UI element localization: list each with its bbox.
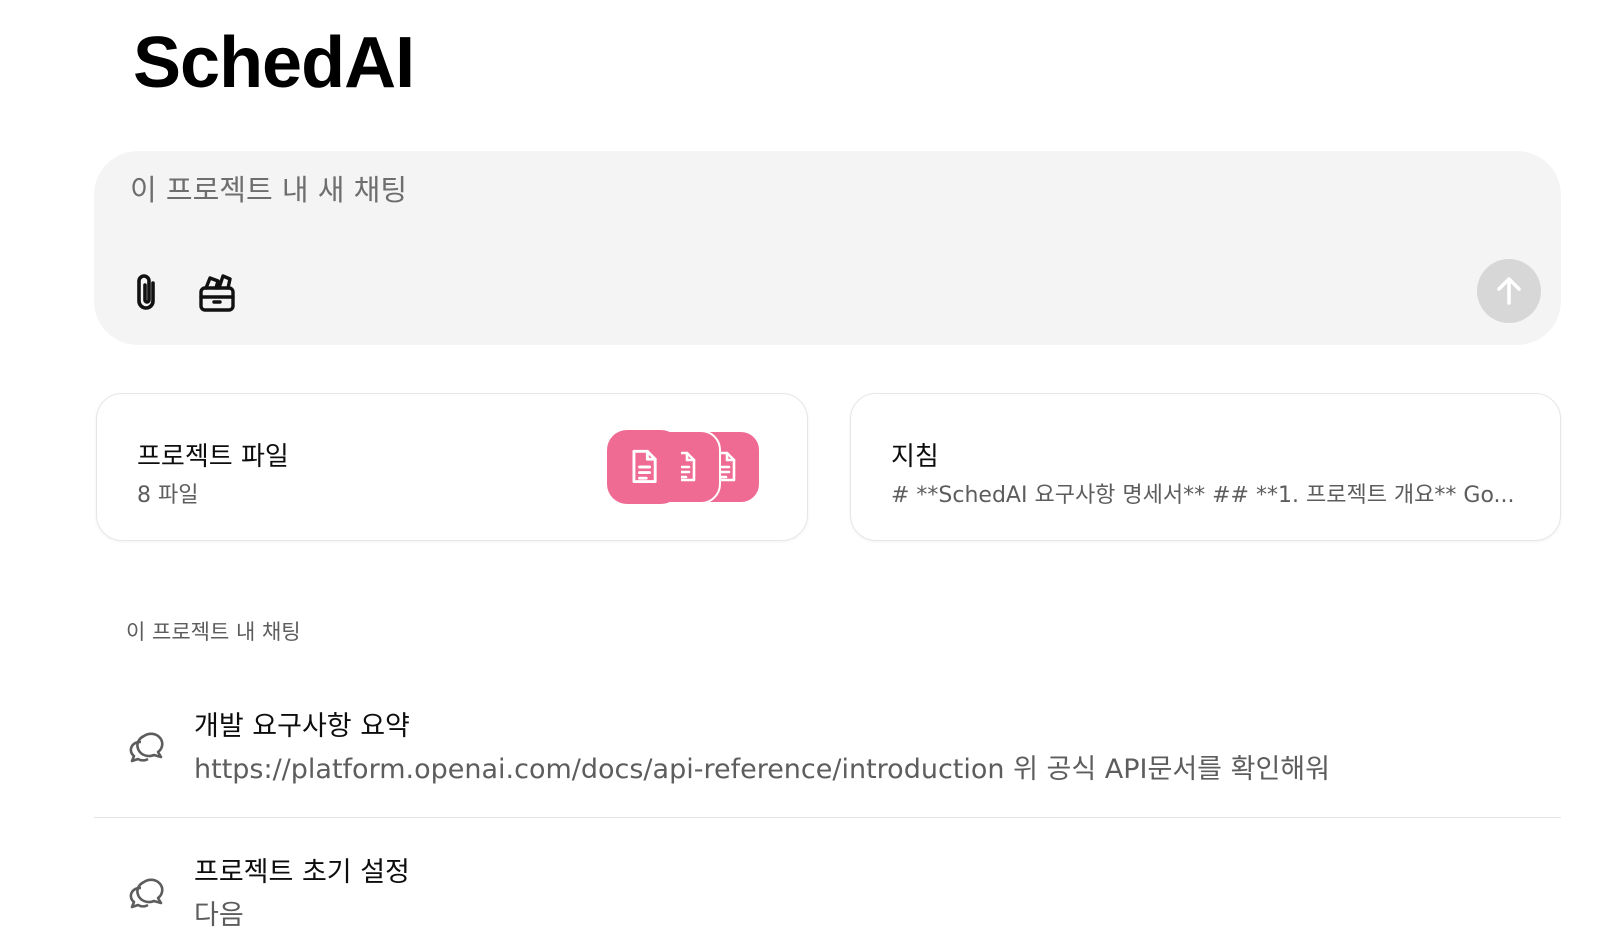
project-files-card[interactable]: 프로젝트 파일 8 파일: [96, 393, 808, 541]
instructions-title: 지침: [891, 442, 939, 472]
paperclip-icon: [137, 274, 155, 310]
attach-button[interactable]: [125, 269, 169, 317]
chat-title: 프로젝트 초기 설정: [194, 857, 410, 888]
chat-list-item[interactable]: 프로젝트 초기 설정 다음: [94, 826, 1561, 944]
arrow-up-icon: [1497, 277, 1521, 305]
new-chat-input[interactable]: [130, 173, 1430, 207]
file-icon-stack: [607, 430, 767, 506]
chat-preview: https://platform.openai.com/docs/api-ref…: [194, 754, 1330, 785]
project-tools-button[interactable]: [195, 269, 239, 317]
project-files-title: 프로젝트 파일: [137, 442, 289, 472]
send-button[interactable]: [1477, 259, 1541, 323]
chat-bubbles-icon: [129, 732, 164, 763]
chat-composer: [94, 151, 1561, 345]
chat-preview: 다음: [194, 900, 244, 931]
document-icon: [607, 430, 681, 504]
project-chats-heading: 이 프로젝트 내 채팅: [126, 620, 301, 644]
instructions-preview: # **SchedAI 요구사항 명세서** ## **1. 프로젝트 개요**…: [891, 483, 1515, 508]
project-title: SchedAI: [133, 23, 415, 103]
chat-bubbles-icon: [129, 878, 164, 909]
folder-box-icon: [199, 274, 235, 312]
chat-title: 개발 요구사항 요약: [194, 711, 410, 742]
chat-list-item[interactable]: 개발 요구사항 요약 https://platform.openai.com/d…: [94, 680, 1561, 818]
instructions-card[interactable]: 지침 # **SchedAI 요구사항 명세서** ## **1. 프로젝트 개…: [850, 393, 1561, 541]
